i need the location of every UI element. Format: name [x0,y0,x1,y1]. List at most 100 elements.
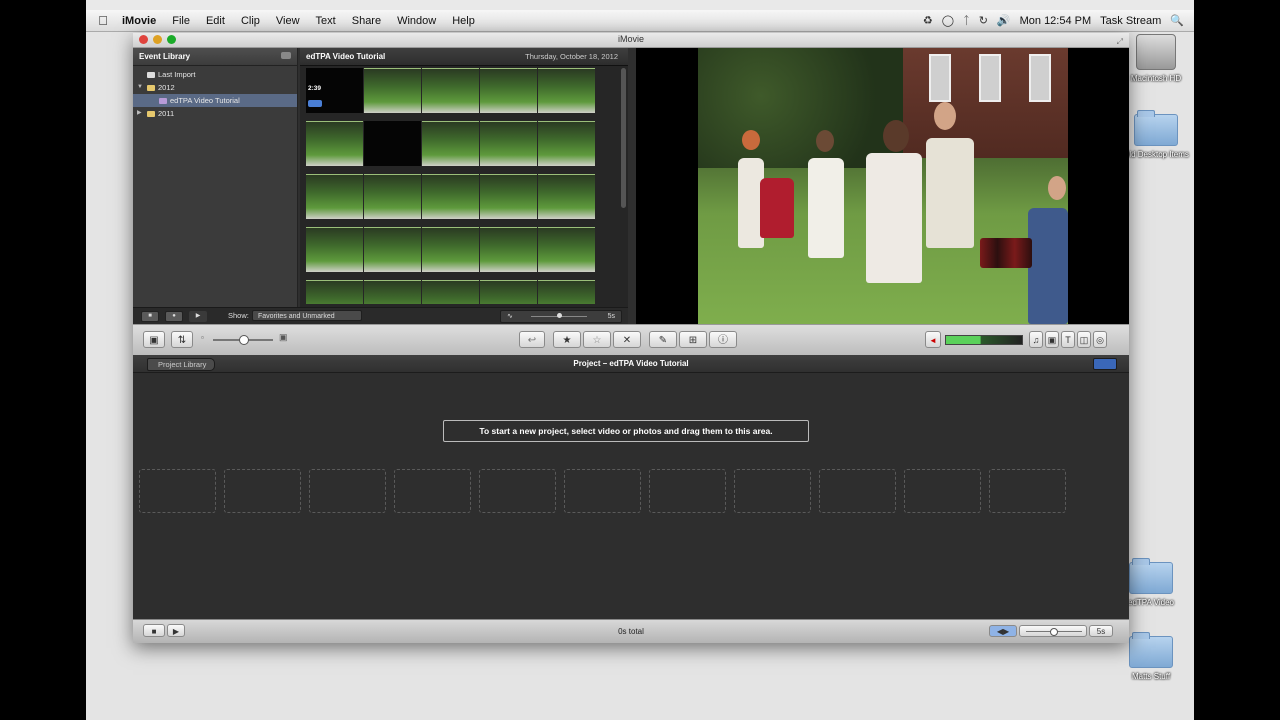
menu-clock[interactable]: Mon 12:54 PM [1020,15,1092,27]
spotlight-search-icon[interactable]: 🔍 [1170,14,1184,27]
map-browser-button[interactable]: ◎ [1093,331,1107,348]
swap-events-projects-button[interactable]: ⇅ [171,331,193,348]
transition-browser-button[interactable]: ◫ [1077,331,1091,348]
project-view-button[interactable] [1093,358,1117,370]
play-button[interactable]: ▶ [189,310,207,322]
music-browser-button[interactable]: ♫ [1029,331,1043,348]
menu-window[interactable]: Window [389,15,444,27]
project-pane[interactable]: Project Library Project – edTPA Video Tu… [133,355,1129,619]
minimize-button[interactable] [153,35,162,44]
event-item-2011[interactable]: ▶ 2011 [133,107,297,120]
project-zoom-knob[interactable] [1050,628,1058,636]
clip-thumbnail[interactable]: 2:39 [306,68,363,113]
clip-thumbnail[interactable] [480,68,537,113]
filmstrip-row[interactable] [306,280,596,304]
preview-window [1029,54,1051,102]
clip-thumbnail[interactable] [480,227,537,272]
menu-file[interactable]: File [164,15,198,27]
filmstrip-row[interactable] [306,174,596,219]
project-zoom-control[interactable] [1019,625,1087,637]
empty-clip-slot [734,469,811,513]
menu-task-stream[interactable]: Task Stream [1100,15,1161,27]
browser-scrollbar[interactable] [621,68,626,208]
bluetooth-icon[interactable]: ᛏ [963,15,970,27]
clip-thumbnail[interactable] [538,280,595,304]
disclosure-open-icon[interactable]: ▼ [137,81,143,94]
clip-thumbnail[interactable] [306,121,363,166]
empty-clip-slot [904,469,981,513]
clip-thumbnail[interactable] [538,174,595,219]
clip-thumbnail[interactable] [306,280,363,304]
clip-thumbnail[interactable] [538,68,595,113]
clip-thumbnail[interactable] [538,121,595,166]
eject-icon[interactable] [281,52,291,59]
show-hide-events-button[interactable]: ■ [141,310,159,322]
menu-share[interactable]: Share [344,15,389,27]
window-title: iMovie [617,34,644,44]
browser-zoom-control[interactable]: ∿ 5s [500,310,622,323]
zoom-slider-knob[interactable] [557,313,562,318]
clip-thumbnail[interactable] [422,121,479,166]
clip-thumbnail[interactable] [364,68,421,113]
project-audio-toggle[interactable]: ◀▶ [989,625,1017,637]
clip-thumbnail[interactable] [364,227,421,272]
time-machine-icon[interactable]: ↻ [979,14,988,27]
clip-thumbnail[interactable] [422,227,479,272]
show-filter-select[interactable]: Favorites and Unmarked [252,310,362,321]
clip-thumbnail[interactable] [480,280,537,304]
volume-icon[interactable]: 🔊 [997,14,1011,27]
clip-thumbnail[interactable] [306,227,363,272]
crop-button[interactable]: ⊞ [679,331,707,348]
disclosure-closed-icon[interactable]: ▶ [137,107,142,120]
unmark-button[interactable]: ☆ [583,331,611,348]
clip-thumbnail[interactable] [422,174,479,219]
desktop-icon-label: Old Desktop Items [1123,150,1189,159]
photo-browser-button[interactable]: ▣ [1045,331,1059,348]
inspector-button[interactable]: ⓘ [709,331,737,348]
zoom-button[interactable] [167,35,176,44]
clip-badge-icon[interactable] [308,100,322,107]
menu-view[interactable]: View [268,15,308,27]
preview-person [816,130,834,152]
clip-thumbnail[interactable] [480,121,537,166]
event-item-last-import[interactable]: Last Import [133,68,297,81]
title-browser-button[interactable]: T [1061,331,1075,348]
clip-thumbnail[interactable] [364,280,421,304]
menu-edit[interactable]: Edit [198,15,233,27]
thumbnail-size-knob[interactable] [239,335,249,345]
empty-clip-slot [309,469,386,513]
shield-icon[interactable]: ◯ [942,14,954,27]
preview-viewer[interactable] [636,48,1129,324]
event-item-2012[interactable]: ▼ 2012 [133,81,297,94]
menu-clip[interactable]: Clip [233,15,268,27]
reject-button[interactable]: ✕ [613,331,641,348]
filmstrip-row[interactable]: 2:39 [306,68,596,113]
menu-app-imovie[interactable]: iMovie [120,15,164,27]
menu-help[interactable]: Help [444,15,483,27]
close-button[interactable] [139,35,148,44]
event-item-edtpa-video-tutorial[interactable]: edTPA Video Tutorial [133,94,297,107]
filmstrip-row[interactable] [306,227,596,272]
filmstrip-row[interactable] [306,121,596,166]
clip-thumbnail[interactable] [480,174,537,219]
add-to-project-button[interactable]: ↩ [519,331,545,348]
clip-thumbnail[interactable] [422,280,479,304]
menu-extras: ♻ ◯ ᛏ ↻ 🔊 Mon 12:54 PM Task Stream 🔍 [923,10,1184,31]
menu-text[interactable]: Text [308,15,344,27]
fullscreen-icon[interactable]: ⤢ [1117,35,1123,48]
clip-thumbnail[interactable] [306,174,363,219]
event-tree: Last Import ▼ 2012 edTPA Video Tutorial … [133,66,297,120]
camera-archive-button[interactable]: ● [165,310,183,322]
clip-thumbnail[interactable] [364,121,421,166]
clip-thumbnail[interactable] [538,227,595,272]
clip-thumbnail[interactable] [364,174,421,219]
apple-menu-icon[interactable]:  [86,13,120,28]
clip-thumbnail[interactable] [422,68,479,113]
audio-volume-button[interactable]: ◄ [925,331,941,348]
audio-waveform-icon[interactable]: ∿ [507,311,513,322]
window-titlebar[interactable]: iMovie ⤢ [133,33,1129,48]
sync-icon[interactable]: ♻ [923,14,933,27]
mark-favorite-button[interactable]: ★ [553,331,581,348]
camera-import-button[interactable]: ▣ [143,331,165,348]
keyword-tool-button[interactable]: ✎ [649,331,677,348]
